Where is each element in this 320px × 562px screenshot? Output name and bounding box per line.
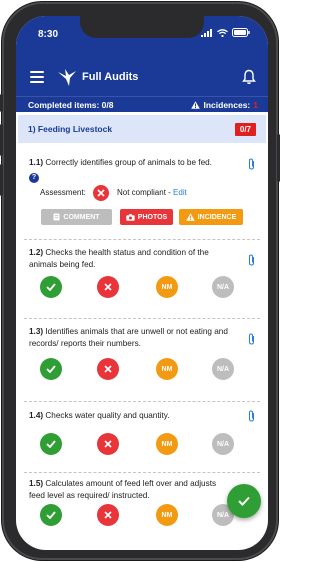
question-text: 1.1) Correctly identifies group of anima… [29, 158, 212, 167]
divider [24, 239, 260, 240]
mute-switch [0, 94, 3, 112]
compliant-button[interactable] [40, 358, 62, 380]
signal-icon [201, 28, 212, 37]
noncompliant-button[interactable] [97, 276, 119, 298]
completed-items: Completed items: 0/8 [28, 100, 114, 110]
not-applicable-button[interactable]: N/A [212, 276, 234, 298]
warning-icon [191, 101, 201, 109]
check-icon [238, 496, 250, 506]
check-icon [46, 511, 56, 519]
question-text: 1.2) Checks the health status and condit… [29, 248, 209, 269]
paperclip-icon[interactable] [248, 158, 255, 170]
help-icon[interactable]: ? [29, 173, 39, 183]
question-text: 1.3) Identifies animals that are unwell … [29, 327, 228, 348]
incidence-button[interactable]: INCIDENCE [179, 209, 243, 225]
edit-link[interactable]: Edit [173, 188, 187, 197]
paperclip-icon[interactable] [248, 410, 255, 422]
volume-down-button [0, 164, 3, 196]
question-text: 1.4) Checks water quality and quantity. [29, 411, 170, 420]
not-applicable-button[interactable]: N/A [212, 433, 234, 455]
status-time: 8:30 [38, 29, 59, 40]
section-progress-badge: 0/7 [234, 123, 256, 136]
paperclip-icon[interactable] [248, 254, 255, 266]
notch [80, 16, 204, 38]
comment-button[interactable]: COMMENT [41, 209, 112, 225]
divider [24, 318, 260, 319]
incidences-label: Incidences: [203, 100, 251, 110]
bird-logo-icon [58, 69, 76, 86]
menu-icon[interactable] [30, 71, 44, 83]
answer-options: NM N/A [16, 276, 268, 298]
incidences-counter: Incidences: 1 [191, 100, 258, 110]
submit-fab-button[interactable] [227, 484, 261, 518]
divider [24, 401, 260, 402]
compliant-button[interactable] [40, 504, 62, 526]
noncompliant-button[interactable] [97, 358, 119, 380]
warning-icon [185, 213, 195, 221]
assessment-noncompliant-icon [93, 185, 109, 201]
not-measured-button[interactable]: NM [156, 276, 178, 298]
section-header[interactable]: 1) Feeding Livestock 0/7 [18, 115, 266, 143]
close-icon [104, 440, 112, 448]
app-title: Full Audits [82, 71, 139, 83]
check-icon [46, 440, 56, 448]
assessment-status: Not compliant - Edit [117, 188, 187, 197]
volume-up-button [0, 124, 3, 156]
progress-bar: Completed items: 0/8 Incidences: 1 [16, 96, 268, 112]
answer-options: NM N/A [16, 433, 268, 455]
section-title: 1) Feeding Livestock [28, 124, 113, 134]
compliant-button[interactable] [40, 433, 62, 455]
phone-screen: 8:30 Full Audits Completed items: 0/8 In… [16, 16, 268, 550]
battery-icon [232, 28, 250, 37]
camera-icon [126, 213, 135, 221]
power-button [277, 134, 280, 182]
comment-icon [53, 213, 60, 221]
not-measured-button[interactable]: NM [156, 433, 178, 455]
incidences-count: 1 [253, 100, 258, 110]
not-measured-button[interactable]: NM [156, 504, 178, 526]
not-measured-button[interactable]: NM [156, 358, 178, 380]
photos-button[interactable]: PHOTOS [120, 209, 173, 225]
divider [24, 472, 260, 473]
wifi-icon [217, 28, 228, 37]
check-icon [46, 283, 56, 291]
check-icon [46, 365, 56, 373]
close-icon [104, 511, 112, 519]
close-icon [104, 283, 112, 291]
paperclip-icon[interactable] [248, 333, 255, 345]
bell-icon[interactable] [242, 69, 256, 85]
question-text: 1.5) Calculates amount of feed left over… [29, 479, 217, 500]
phone-frame: 8:30 Full Audits Completed items: 0/8 In… [0, 2, 280, 560]
answer-options: NM N/A [16, 358, 268, 380]
not-applicable-button[interactable]: N/A [212, 358, 234, 380]
assessment-label: Assessment: [40, 188, 86, 197]
noncompliant-button[interactable] [97, 504, 119, 526]
close-icon [104, 365, 112, 373]
compliant-button[interactable] [40, 276, 62, 298]
noncompliant-button[interactable] [97, 433, 119, 455]
status-icons [201, 28, 250, 37]
app-bar: Full Audits [16, 60, 268, 96]
